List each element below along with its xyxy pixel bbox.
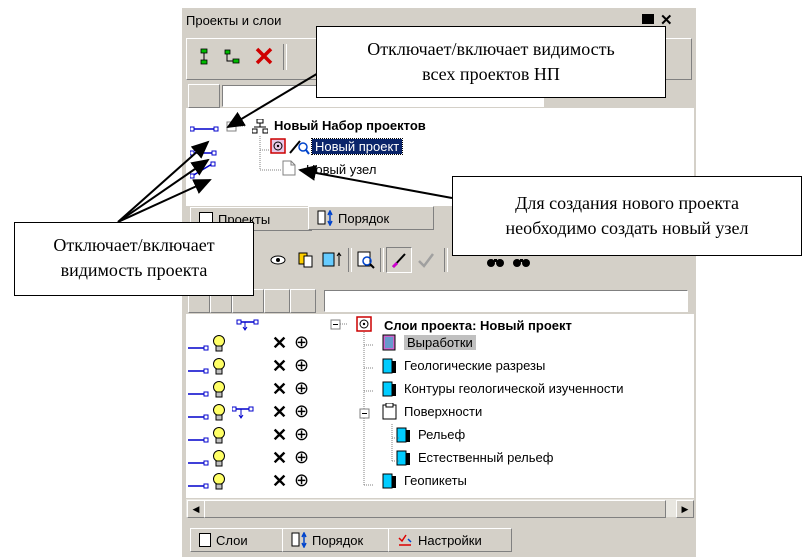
- callout-all-projects: Отключает/включает видимость всех проект…: [316, 26, 666, 98]
- callout-new-project: Для создания нового проекта необходимо с…: [452, 176, 802, 256]
- callout-project-visibility: Отключает/включает видимость проекта: [14, 222, 254, 296]
